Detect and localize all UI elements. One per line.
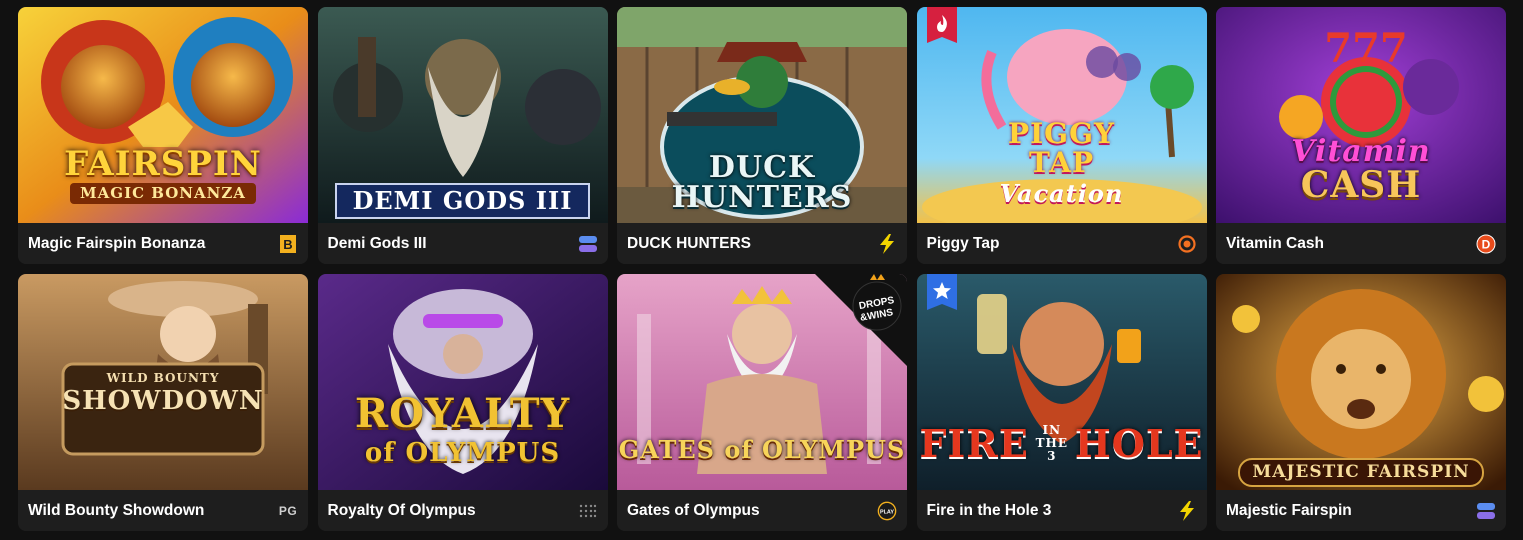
game-thumbnail[interactable]: ROYALTY of OLYMPUS	[317, 274, 608, 490]
stacked-bars-icon	[1476, 501, 1496, 521]
lightning-icon	[877, 233, 897, 254]
game-logo-subtext: SHOWDOWN	[62, 386, 264, 416]
game-card-footer: Magic Fairspin Bonanza B	[18, 223, 308, 264]
game-title: Wild Bounty Showdown	[28, 501, 205, 519]
svg-text:PLAY: PLAY	[880, 509, 894, 515]
game-card-footer: Fire in the Hole 3	[916, 490, 1207, 531]
game-logo-subtext: of OLYMPUS	[364, 438, 561, 468]
game-title: Royalty Of Olympus	[327, 501, 476, 519]
game-thumbnail[interactable]: FIRE IN THE 3 HOLE	[916, 274, 1207, 490]
game-thumbnail[interactable]: PIGGY TAP Vacation	[916, 7, 1207, 223]
dots-grid-icon	[578, 501, 598, 521]
game-logo-text: GATES of OLYMPUS	[618, 435, 906, 464]
game-title: Vitamin Cash	[1226, 234, 1324, 252]
game-card-fire-in-the-hole-3[interactable]: FIRE IN THE 3 HOLE Fire in the Hole 3	[916, 274, 1207, 531]
game-card-footer: Piggy Tap	[916, 223, 1207, 264]
svg-text:B: B	[283, 237, 292, 252]
game-title: Magic Fairspin Bonanza	[28, 234, 206, 252]
game-logo-text: ROYALTY	[354, 390, 571, 437]
game-card-footer: Majestic Fairspin	[1216, 490, 1506, 531]
game-title: Fire in the Hole 3	[926, 501, 1052, 519]
circle-dot-icon	[1177, 234, 1197, 254]
game-title: DUCK HUNTERS	[627, 234, 751, 252]
svg-text:D: D	[1482, 237, 1491, 251]
game-card-duck-hunters[interactable]: DUCK HUNTERS DUCK HUNTERS	[617, 7, 907, 264]
game-card-footer: Royalty Of Olympus	[317, 490, 608, 531]
stacked-bars-icon	[578, 234, 598, 254]
game-card-footer: Demi Gods III	[317, 223, 608, 264]
game-logo-text: DUCK HUNTERS	[671, 150, 853, 215]
game-card-wild-bounty-showdown[interactable]: WILD BOUNTY SHOWDOWN Wild Bounty Showdow…	[18, 274, 308, 531]
game-title: Gates of Olympus	[627, 501, 760, 519]
game-card-footer: Vitamin Cash D	[1216, 223, 1506, 264]
d-circle-icon: D	[1476, 234, 1496, 254]
game-title: Piggy Tap	[926, 234, 1000, 252]
game-thumbnail[interactable]: 777 Vitamin CASH	[1216, 7, 1506, 223]
pg-icon: PG	[278, 503, 298, 518]
game-card-footer: Gates of Olympus PLAY	[617, 490, 907, 531]
game-card-footer: Wild Bounty Showdown PG	[18, 490, 308, 531]
game-logo-subtext: Vacation	[999, 178, 1124, 208]
game-logo-text: PIGGY TAP	[1008, 117, 1115, 180]
game-logo-text: MAJESTIC FAIRSPIN	[1238, 458, 1484, 487]
play-circle-icon: PLAY	[877, 501, 897, 521]
game-thumbnail[interactable]: FAIRSPIN MAGIC BONANZA	[18, 7, 308, 223]
game-logo-text: FAIRSPIN	[64, 144, 262, 184]
game-logo-subtext: MAGIC BONANZA	[70, 183, 256, 204]
game-card-royalty-of-olympus[interactable]: ROYALTY of OLYMPUS Royalty Of Olympus	[317, 274, 608, 531]
game-logo-text: WILD BOUNTY	[106, 371, 220, 385]
favorite-badge	[926, 274, 957, 310]
lightning-icon	[1177, 500, 1197, 521]
game-logo-text: DEMI GODS III	[334, 183, 591, 219]
game-card-footer: DUCK HUNTERS	[617, 223, 907, 264]
game-logo-text: FIRE	[919, 420, 1029, 466]
game-title: Majestic Fairspin	[1226, 501, 1352, 519]
game-thumbnail[interactable]: GATES of OLYMPUS DROPS &WINS	[617, 274, 907, 490]
game-card-vitamin-cash[interactable]: 777 Vitamin CASH Vitamin Cash D	[1216, 7, 1506, 264]
b-square-icon: B	[278, 234, 298, 254]
game-card-piggy-tap[interactable]: PIGGY TAP Vacation Piggy Tap	[916, 7, 1207, 264]
svg-text:777: 777	[1324, 25, 1408, 72]
hot-badge	[926, 7, 957, 43]
game-grid: FAIRSPIN MAGIC BONANZA Magic Fairspin Bo…	[18, 7, 1506, 531]
game-card-demi-gods-iii[interactable]: DEMI GODS III Demi Gods III	[317, 7, 608, 264]
game-card-gates-of-olympus[interactable]: GATES of OLYMPUS DROPS &WINS Gates of Ol…	[617, 274, 907, 531]
game-thumbnail[interactable]: WILD BOUNTY SHOWDOWN	[18, 274, 308, 490]
game-logo-subtext: HOLE	[1074, 420, 1204, 466]
game-thumbnail[interactable]: DEMI GODS III	[317, 7, 608, 223]
game-logo-text: Vitamin	[1291, 134, 1431, 169]
game-logo-subtext: CASH	[1300, 164, 1422, 206]
game-card-magic-fairspin-bonanza[interactable]: FAIRSPIN MAGIC BONANZA Magic Fairspin Bo…	[18, 7, 308, 264]
game-card-majestic-fairspin[interactable]: MAJESTIC FAIRSPIN Majestic Fairspin	[1216, 274, 1506, 531]
game-thumbnail[interactable]: MAJESTIC FAIRSPIN	[1216, 274, 1506, 490]
game-logo-midtext: IN THE 3	[1035, 423, 1069, 464]
game-thumbnail[interactable]: DUCK HUNTERS	[617, 7, 907, 223]
game-title: Demi Gods III	[327, 234, 427, 252]
drops-and-wins-badge: DROPS &WINS	[815, 274, 907, 366]
